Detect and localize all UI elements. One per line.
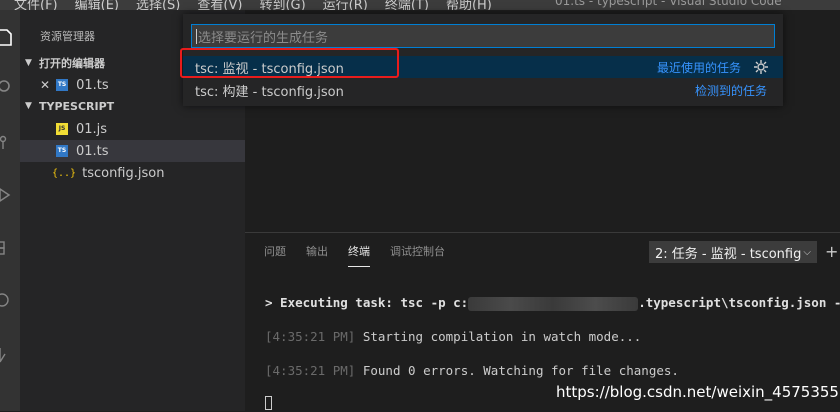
quick-pick-input[interactable]: 选择要运行的生成任务 — [191, 24, 775, 48]
text-caret — [196, 28, 197, 44]
sidebar-title: 资源管理器 — [40, 30, 95, 43]
javascript-file-icon: JS — [56, 123, 68, 135]
file-item-01js[interactable]: JS 01.js — [20, 118, 245, 140]
tab-terminal[interactable]: 终端 — [348, 243, 370, 267]
terminal-select-value: 2: 任务 - 监视 - tsconfig — [655, 246, 802, 262]
file-name: 01.ts — [76, 143, 109, 159]
terminal-line-2: [4:35:21 PM] Found 0 errors. Watching fo… — [265, 363, 679, 378]
task-item-build[interactable]: tsc: 构建 - tsconfig.json 检测到的任务 — [183, 79, 783, 101]
typescript-file-icon: TS — [56, 79, 69, 91]
exec-prefix: > Executing task: tsc -p c: — [265, 295, 469, 310]
json-file-icon: {..} — [52, 167, 77, 179]
menu-go[interactable]: 转到(G) — [259, 0, 305, 10]
panel-tabs: 问题 输出 终端 调试控制台 — [264, 243, 465, 267]
terminal-line-exec: > Executing task: tsc -p c: .typescript\t… — [265, 295, 840, 311]
timestamp: 4:35:21 PM — [272, 329, 348, 344]
close-icon[interactable]: ✕ — [40, 78, 50, 92]
menu-file[interactable]: 文件(F) — [14, 0, 58, 10]
file-item-01ts[interactable]: TS 01.ts — [20, 140, 245, 162]
activity-bar — [0, 10, 20, 411]
quick-pick-placeholder: 选择要运行的生成任务 — [198, 30, 329, 46]
file-name: 01.js — [76, 121, 108, 137]
title-bar: 文件(F) 编辑(E) 选择(S) 查看(V) 转到(G) 运行(R) 终端(T… — [0, 0, 840, 10]
typescript-file-icon: TS — [56, 145, 68, 157]
explorer-icon[interactable] — [0, 22, 20, 52]
menu-edit[interactable]: 编辑(E) — [75, 0, 119, 10]
new-terminal-icon[interactable]: + — [825, 242, 838, 261]
watermark: https://blog.csdn.net/weixin_45753553 — [556, 383, 840, 401]
open-editor-name: 01.ts — [76, 77, 109, 93]
terminal-text: Found 0 errors. Watching for file change… — [362, 363, 679, 378]
tab-debug-console[interactable]: 调试控制台 — [390, 243, 445, 267]
extensions-icon[interactable] — [0, 232, 20, 262]
menu-run[interactable]: 运行(R) — [323, 0, 368, 10]
redacted-path — [468, 296, 639, 311]
task-tag: 最近使用的任务 — [656, 60, 741, 75]
menu-selection[interactable]: 选择(S) — [136, 0, 180, 10]
file-name: tsconfig.json — [82, 165, 165, 181]
chevron-down-icon: ▼ — [25, 101, 32, 111]
task-tag: 检测到的任务 — [694, 83, 767, 98]
menu-view[interactable]: 查看(V) — [197, 0, 242, 10]
menu-bar: 文件(F) 编辑(E) 选择(S) 查看(V) 转到(G) 运行(R) 终端(T… — [14, 0, 509, 10]
terminal-select[interactable]: 2: 任务 - 监视 - tsconfig ⌵ — [649, 241, 817, 263]
terminal-line-1: [4:35:21 PM] Starting compilation in wat… — [265, 329, 642, 344]
search-icon[interactable] — [0, 73, 20, 103]
exec-suffix: .typescript\tsconfig.json --w — [638, 295, 840, 310]
task-label: tsc: 构建 - tsconfig.json — [195, 84, 344, 100]
testing-icon[interactable] — [0, 340, 20, 370]
tab-output[interactable]: 输出 — [306, 243, 328, 267]
remote-icon[interactable] — [0, 285, 20, 315]
file-item-tsconfig[interactable]: {..} tsconfig.json — [20, 162, 245, 184]
timestamp: 4:35:21 PM — [272, 363, 348, 378]
tab-problems[interactable]: 问题 — [264, 243, 286, 267]
open-editors-label: 打开的编辑器 — [39, 57, 105, 70]
chevron-down-icon: ⌵ — [803, 246, 811, 258]
source-control-icon[interactable] — [0, 128, 20, 158]
menu-help[interactable]: 帮助(H) — [446, 0, 492, 10]
window-title: 01.ts - typescript - Visual Studio Code — [555, 0, 782, 8]
run-debug-icon[interactable] — [0, 180, 20, 210]
gear-icon[interactable] — [753, 59, 769, 79]
project-folder-label: TYPESCRIPT — [39, 99, 115, 113]
menu-terminal[interactable]: 终端(T) — [385, 0, 429, 10]
terminal-cursor — [265, 396, 272, 410]
highlight-box — [180, 48, 399, 78]
chevron-down-icon: ▼ — [25, 58, 32, 68]
terminal-text: Starting compilation in watch mode... — [362, 329, 642, 344]
